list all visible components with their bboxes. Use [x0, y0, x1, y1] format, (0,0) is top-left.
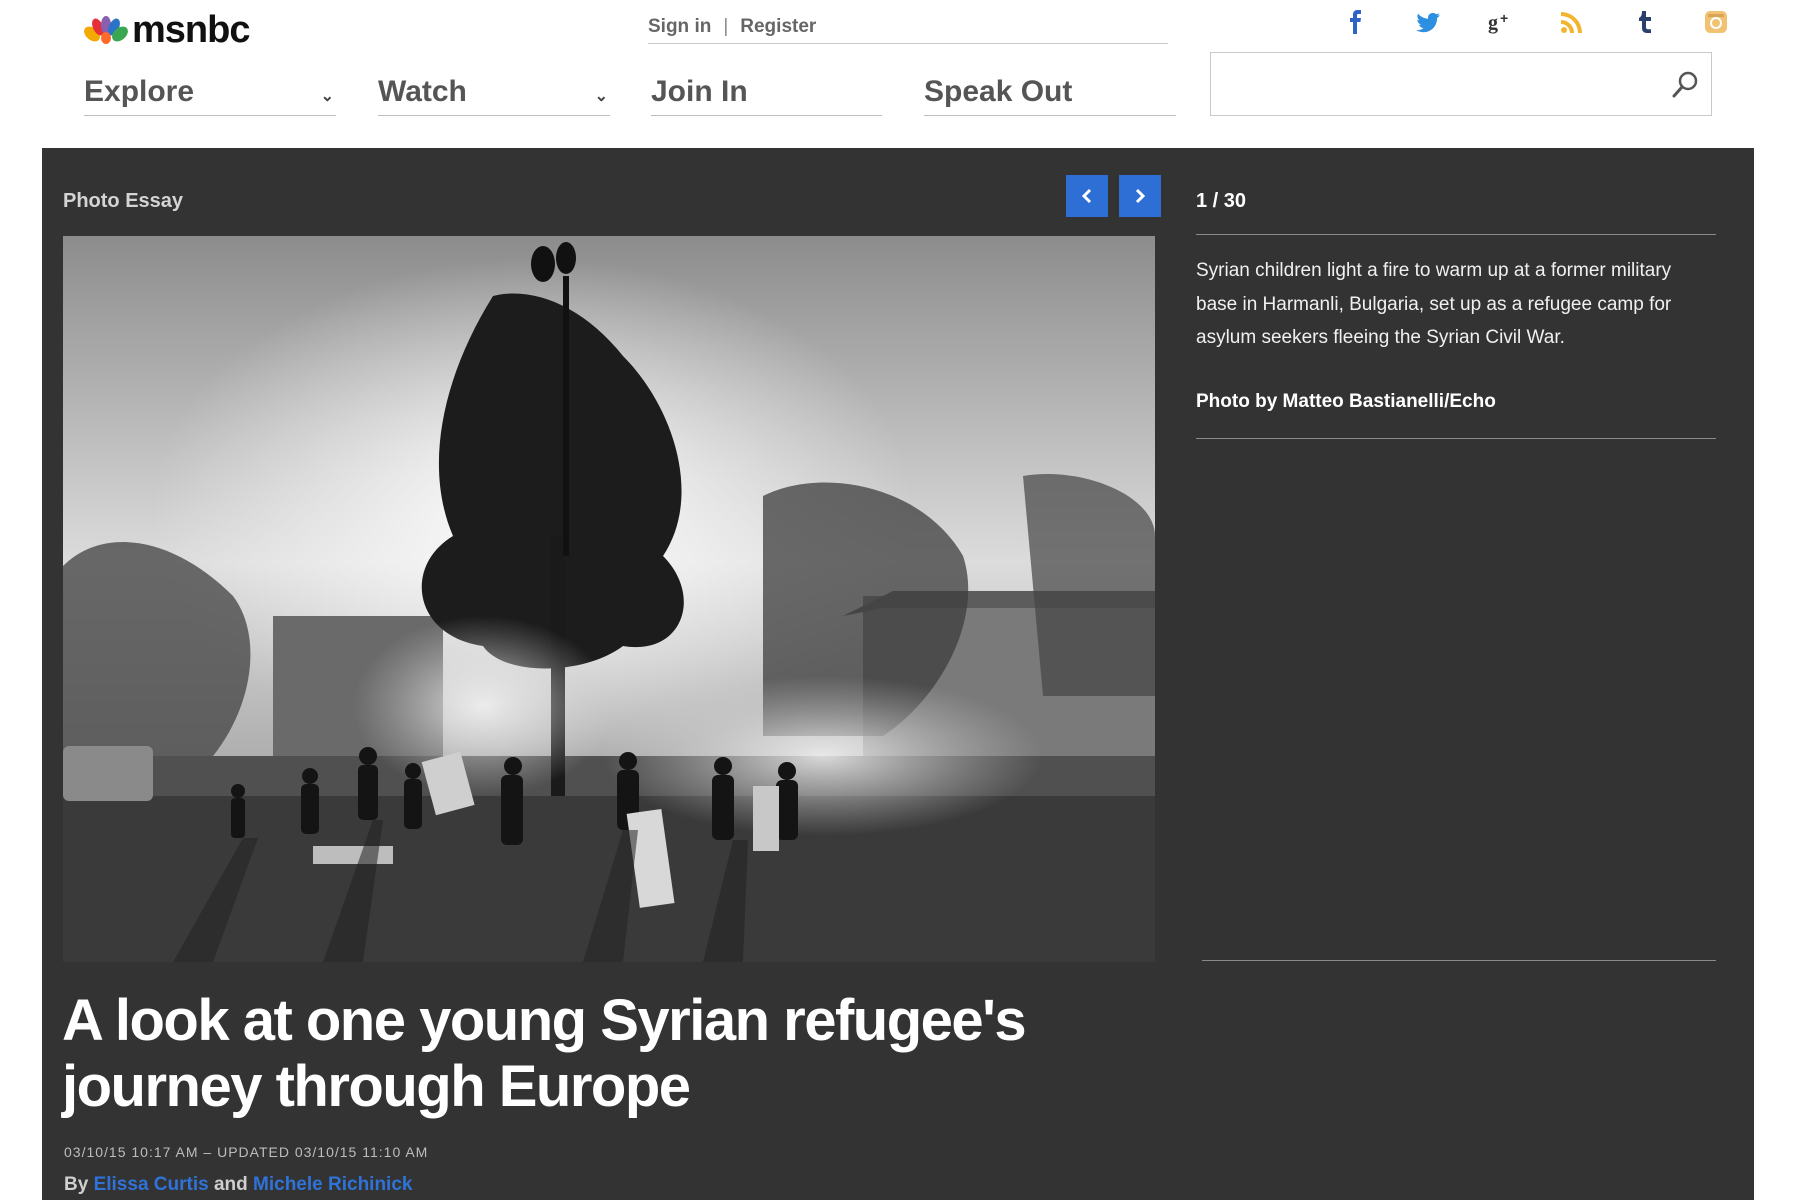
article-byline: By Elissa Curtis and Michele Richinick [64, 1174, 412, 1196]
nav-watch-label: Watch [378, 74, 467, 108]
article-dateline: 03/10/15 10:17 AM – UPDATED 03/10/15 11:… [64, 1144, 429, 1160]
refugee-camp-photo [63, 236, 1155, 962]
photo-counter: 1 / 30 [1196, 190, 1247, 212]
svg-text:+: + [1500, 10, 1508, 26]
nav-join-in[interactable]: Join In [651, 68, 882, 116]
gallery-photo[interactable] [63, 236, 1155, 962]
account-separator: | [723, 15, 729, 37]
byline-by: By [64, 1174, 89, 1195]
chevron-right-icon [1135, 188, 1146, 204]
tumblr-link[interactable] [1608, 4, 1680, 40]
nav-speak-out[interactable]: Speak Out [924, 68, 1176, 116]
search-box [1210, 52, 1712, 116]
facebook-icon [1350, 10, 1361, 34]
google-plus-icon: g + [1488, 10, 1508, 34]
prev-photo-button[interactable] [1066, 175, 1108, 217]
byline-and: and [213, 1174, 248, 1195]
photo-caption: Syrian children light a fire to warm up … [1196, 260, 1672, 348]
chevron-down-icon: ⌄ [594, 87, 608, 105]
divider [1196, 234, 1716, 235]
nav-explore[interactable]: Explore ⌄ [84, 68, 336, 116]
next-photo-button[interactable] [1119, 175, 1161, 217]
photo-gallery: Photo Essay 1 / 30 Syrian children light… [42, 148, 1754, 1200]
search-input[interactable] [1211, 53, 1651, 115]
nav-watch[interactable]: Watch ⌄ [378, 68, 610, 116]
chevron-down-icon: ⌄ [320, 87, 334, 105]
msnbc-logo[interactable]: msnbc [84, 8, 250, 52]
facebook-link[interactable] [1320, 4, 1392, 40]
account-links: Sign in | Register [648, 10, 1168, 44]
logo-text: msnbc [132, 8, 250, 51]
nav-explore-label: Explore [84, 74, 195, 108]
rss-icon [1561, 12, 1582, 33]
divider [1196, 438, 1716, 439]
search-button[interactable] [1669, 69, 1701, 101]
author-link[interactable]: Michele Richinick [253, 1174, 412, 1195]
instagram-icon [1705, 11, 1727, 33]
author-link[interactable]: Elissa Curtis [94, 1174, 209, 1195]
rss-link[interactable] [1536, 4, 1608, 40]
gallery-kicker: Photo Essay [63, 190, 184, 212]
twitter-link[interactable] [1392, 4, 1464, 40]
divider [1202, 960, 1716, 961]
google-plus-link[interactable]: g + [1464, 4, 1536, 40]
svg-text:g: g [1488, 12, 1498, 34]
sign-in-link[interactable]: Sign in [648, 16, 711, 38]
peacock-icon [84, 16, 128, 44]
search-icon [1672, 71, 1698, 98]
twitter-icon [1416, 12, 1440, 33]
social-links: g + [1320, 4, 1752, 40]
tumblr-icon [1639, 11, 1651, 33]
article-headline: A look at one young Syrian refugee's jou… [62, 988, 1027, 1119]
chevron-left-icon [1081, 188, 1092, 204]
register-link[interactable]: Register [740, 16, 816, 38]
nav-join-in-label: Join In [651, 74, 748, 108]
instagram-link[interactable] [1680, 4, 1752, 40]
nav-speak-out-label: Speak Out [924, 74, 1073, 108]
photo-credit: Photo by Matteo Bastianelli/Echo [1196, 391, 1496, 412]
